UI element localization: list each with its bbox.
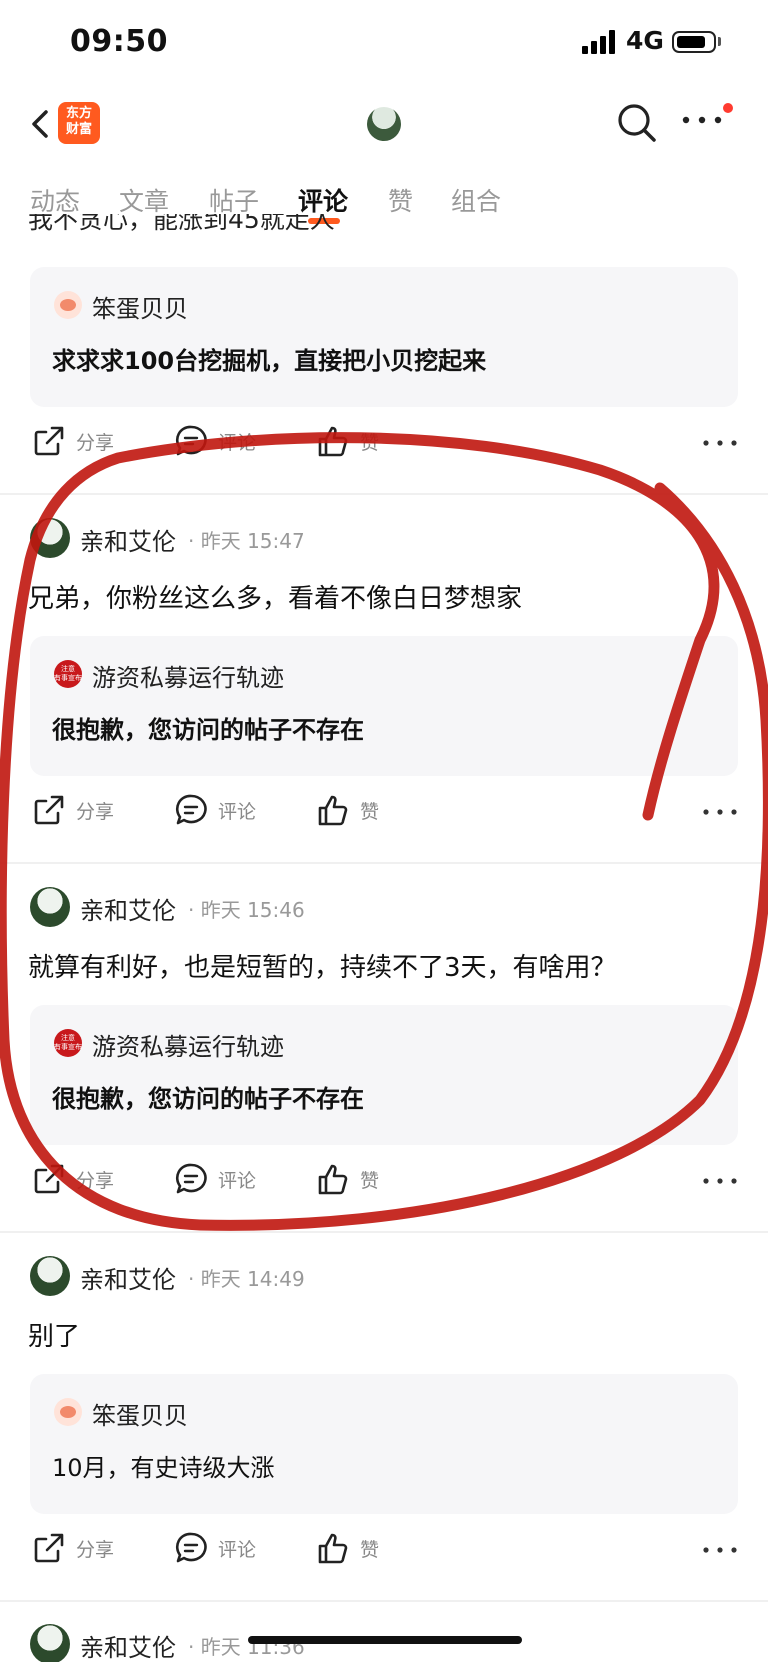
app-logo[interactable]: 东方 财富 <box>58 102 100 144</box>
like-label: 赞 <box>360 1539 380 1561</box>
more-icon[interactable] <box>700 1174 740 1188</box>
partial-comment-text: 我不贪心，能涨到45就走人 <box>28 214 335 234</box>
comment-icon <box>175 794 207 825</box>
comment-text: 别了 <box>28 1322 81 1352</box>
thumbs-up-icon <box>318 1164 348 1195</box>
quoted-author-name: 游资私募运行轨迹 <box>92 1033 284 1061</box>
signal-strength-icon <box>582 30 618 54</box>
author-name[interactable]: 亲和艾伦 <box>80 1260 176 1295</box>
comment-time: · 昨天 15:46 <box>188 898 305 922</box>
tab-articles[interactable]: 文章 <box>119 182 169 218</box>
more-icon[interactable] <box>700 805 740 819</box>
quoted-author-name: 笨蛋贝贝 <box>92 295 188 323</box>
divider <box>0 1231 768 1233</box>
like-label: 赞 <box>360 1170 380 1192</box>
quoted-author-avatar: 注意 有事宣布 <box>54 660 82 688</box>
action-row: 分享 评论 赞 <box>0 791 768 841</box>
divider <box>0 1600 768 1602</box>
comment-time: · 昨天 14:49 <box>188 1267 305 1291</box>
share-label: 分享 <box>76 1539 115 1561</box>
comment-text: 兄弟，你粉丝这么多，看着不像白日梦想家 <box>28 584 523 614</box>
comment-header: 亲和艾伦 · 昨天 14:49 <box>30 1256 730 1298</box>
network-type: 4G <box>626 26 664 55</box>
notification-dot <box>723 103 733 113</box>
share-icon <box>34 1164 64 1194</box>
comment-label: 评论 <box>218 432 257 454</box>
comment-time: · 昨天 15:47 <box>188 529 305 553</box>
comment-label: 评论 <box>218 1539 257 1561</box>
like-label: 赞 <box>360 801 380 823</box>
quoted-post-text: 10月，有史诗级大涨 <box>52 1454 275 1482</box>
comment-icon <box>175 1163 207 1194</box>
tab-likes[interactable]: 赞 <box>388 182 413 218</box>
more-icon[interactable] <box>700 1543 740 1557</box>
comment-label: 评论 <box>218 801 257 823</box>
comment-feed: 我不贪心，能涨到45就走人 笨蛋贝贝 求求求100台挖掘机，直接把小贝挖起来 分… <box>0 214 768 1662</box>
divider <box>0 493 768 495</box>
home-indicator[interactable] <box>248 1636 522 1644</box>
quoted-author-name: 游资私募运行轨迹 <box>92 664 284 692</box>
tab-posts[interactable]: 帖子 <box>209 182 259 218</box>
status-time: 09:50 <box>70 24 168 59</box>
quoted-post[interactable]: 笨蛋贝贝 10月，有史诗级大涨 <box>30 1374 738 1514</box>
comment-header: 亲和艾伦 · 昨天 15:47 <box>30 518 730 560</box>
quoted-post-text: 很抱歉，您访问的帖子不存在 <box>52 1085 364 1113</box>
quoted-post[interactable]: 注意 有事宣布 游资私募运行轨迹 很抱歉，您访问的帖子不存在 <box>30 636 738 776</box>
tab-portfolio[interactable]: 组合 <box>451 182 501 218</box>
status-bar: 09:50 4G <box>0 0 768 88</box>
author-name[interactable]: 亲和艾伦 <box>80 522 176 557</box>
quoted-author-avatar <box>54 1398 82 1426</box>
share-label: 分享 <box>76 1170 115 1192</box>
comment-icon <box>175 425 207 456</box>
like-label: 赞 <box>360 432 380 454</box>
author-avatar[interactable] <box>30 1624 70 1662</box>
quoted-author-name: 笨蛋贝贝 <box>92 1402 188 1430</box>
quoted-post-text: 很抱歉，您访问的帖子不存在 <box>52 716 364 744</box>
author-name[interactable]: 亲和艾伦 <box>80 1628 176 1662</box>
action-row: 分享 评论 赞 <box>0 422 768 472</box>
thumbs-up-icon <box>318 1533 348 1564</box>
author-avatar[interactable] <box>30 1256 70 1296</box>
share-icon <box>34 1533 64 1563</box>
battery-icon <box>672 31 716 53</box>
quoted-post[interactable]: 注意 有事宣布 游资私募运行轨迹 很抱歉，您访问的帖子不存在 <box>30 1005 738 1145</box>
comment-label: 评论 <box>218 1170 257 1192</box>
comment-header: 亲和艾伦 · 昨天 15:46 <box>30 887 730 929</box>
thumbs-up-icon <box>318 795 348 826</box>
action-row: 分享 评论 赞 <box>0 1529 768 1579</box>
action-row: 分享 评论 赞 <box>0 1160 768 1210</box>
comment-icon <box>175 1532 207 1563</box>
more-icon[interactable] <box>700 436 740 450</box>
share-icon <box>34 795 64 825</box>
nav-bar: 东方 财富 <box>0 92 768 156</box>
quoted-author-avatar <box>54 291 82 319</box>
author-name[interactable]: 亲和艾伦 <box>80 891 176 926</box>
author-avatar[interactable] <box>30 887 70 927</box>
profile-avatar[interactable] <box>367 107 401 141</box>
quoted-post-text: 求求求100台挖掘机，直接把小贝挖起来 <box>52 347 487 375</box>
quoted-post[interactable]: 笨蛋贝贝 求求求100台挖掘机，直接把小贝挖起来 <box>30 267 738 407</box>
quoted-author-avatar: 注意 有事宣布 <box>54 1029 82 1057</box>
more-options-icon[interactable] <box>680 110 724 130</box>
back-icon[interactable] <box>26 104 62 144</box>
share-label: 分享 <box>76 801 115 823</box>
tab-dynamics[interactable]: 动态 <box>30 182 80 218</box>
author-avatar[interactable] <box>30 518 70 558</box>
divider <box>0 862 768 864</box>
tab-comments[interactable]: 评论 <box>298 182 348 218</box>
share-label: 分享 <box>76 432 115 454</box>
share-icon <box>34 426 64 456</box>
thumbs-up-icon <box>318 426 348 457</box>
search-icon[interactable] <box>616 102 658 144</box>
comment-text: 就算有利好，也是短暂的，持续不了3天，有啥用？ <box>28 953 617 983</box>
